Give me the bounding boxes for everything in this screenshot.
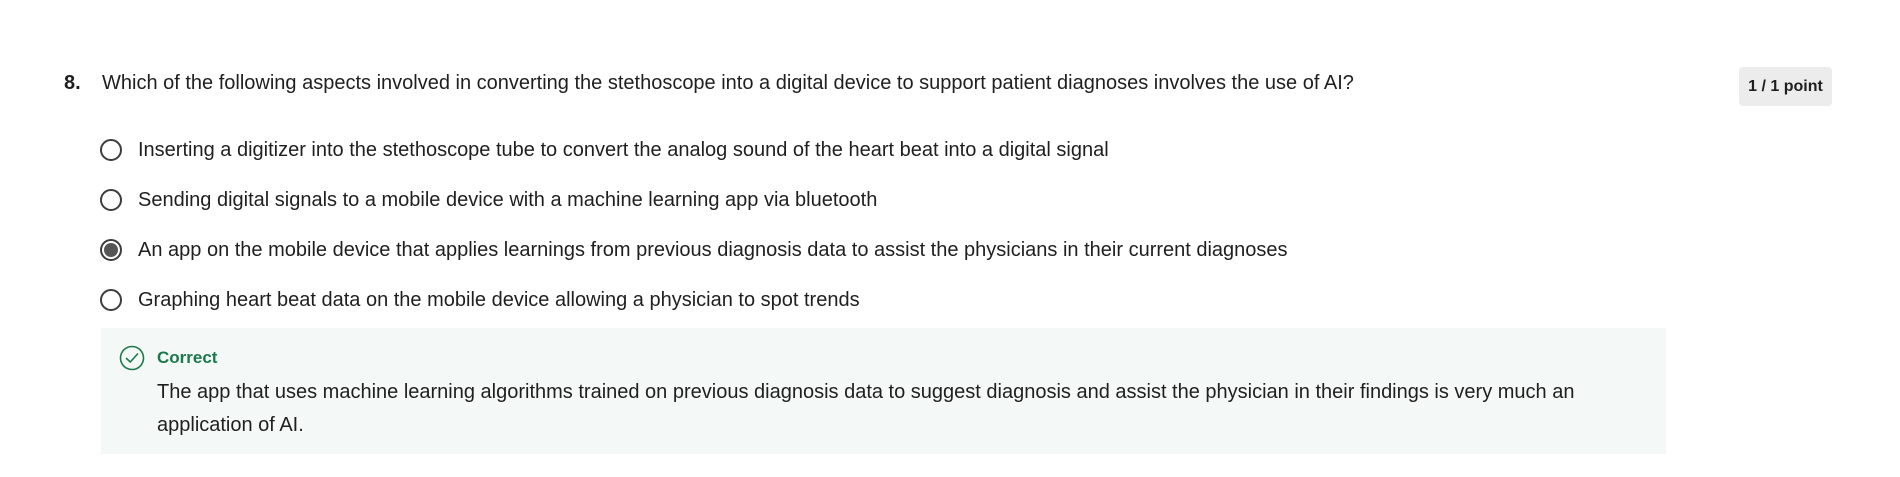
answer-option-3[interactable]: An app on the mobile device that applies… [100,229,1660,279]
radio-button[interactable] [100,289,122,311]
radio-button[interactable] [100,189,122,211]
answer-option-4[interactable]: Graphing heart beat data on the mobile d… [100,279,1660,329]
quiz-page: 8. Which of the following aspects involv… [0,0,1900,477]
option-label: An app on the mobile device that applies… [138,238,1288,261]
radio-button-selected[interactable] [100,239,122,261]
option-label: Sending digital signals to a mobile devi… [138,188,878,211]
radio-button[interactable] [100,139,122,161]
feedback-explanation: The app that uses machine learning algor… [157,381,1575,436]
feedback-panel: Correct The app that uses machine learni… [101,328,1666,454]
answer-option-2[interactable]: Sending digital signals to a mobile devi… [100,179,1660,229]
feedback-status: Correct [157,348,218,367]
option-label: Inserting a digitizer into the stethosco… [138,138,1109,161]
question-header: 8. Which of the following aspects involv… [64,70,1824,110]
question-text: Which of the following aspects involved … [102,72,1354,94]
points-badge: 1 / 1 point [1739,67,1832,106]
question-number: 8. [64,72,81,94]
answer-options: Inserting a digitizer into the stethosco… [100,129,1660,329]
option-label: Graphing heart beat data on the mobile d… [138,288,860,311]
check-circle-icon [119,345,145,371]
answer-option-1[interactable]: Inserting a digitizer into the stethosco… [100,129,1660,179]
